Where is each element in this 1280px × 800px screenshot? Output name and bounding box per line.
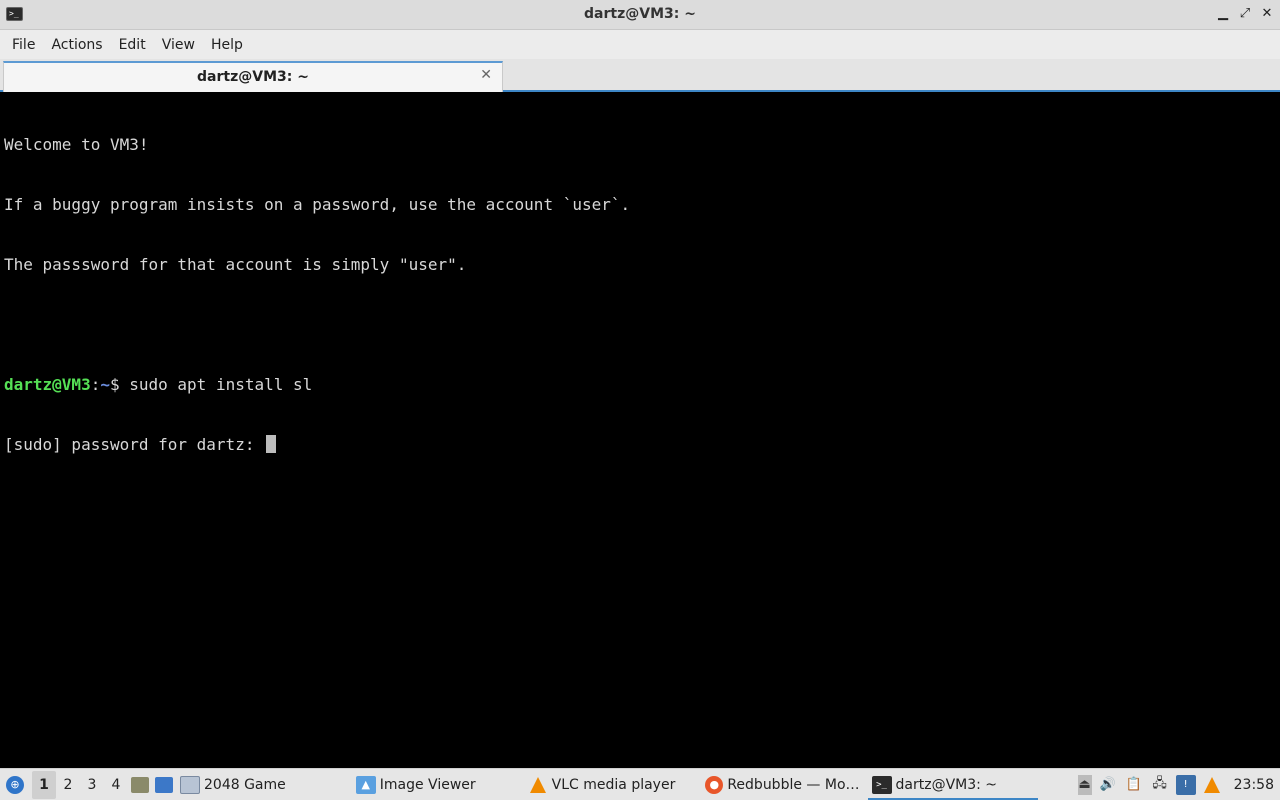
menu-help[interactable]: Help — [203, 33, 251, 57]
password-prompt: [sudo] password for dartz: — [4, 435, 265, 454]
tab-terminal[interactable]: dartz@VM3: ~ ✕ — [3, 61, 503, 92]
file-manager-launcher[interactable] — [128, 771, 152, 799]
update-notifier-icon[interactable]: ! — [1175, 774, 1196, 795]
prompt-path: ~ — [100, 375, 110, 394]
command-text: sudo apt install sl — [129, 375, 313, 394]
desktop-switcher: 1 2 3 4 — [32, 770, 128, 799]
menu-file[interactable]: File — [4, 33, 43, 57]
prompt-user: dartz@VM3 — [4, 375, 91, 394]
menu-edit[interactable]: Edit — [111, 33, 154, 57]
menu-bar: File Actions Edit View Help — [0, 30, 1280, 59]
task-image-viewer[interactable]: ▲ Image Viewer — [352, 769, 480, 800]
vlc-tray-icon[interactable] — [1202, 775, 1222, 795]
show-desktop-launcher[interactable] — [152, 771, 176, 799]
terminal-line: Welcome to VM3! — [4, 135, 149, 154]
system-tray: ⏏ 🔊 📋 🖧 ! 23:58 — [1077, 774, 1280, 795]
clock[interactable]: 23:58 — [1234, 777, 1274, 793]
vlc-icon — [528, 776, 548, 794]
task-terminal[interactable]: >_ dartz@VM3: ~ — [867, 769, 1038, 800]
minimize-button[interactable]: ▁ — [1216, 5, 1230, 23]
terminal-line: The passsword for that account is simply… — [4, 255, 467, 274]
prompt-separator: : — [90, 375, 101, 394]
prompt-line: dartz@VM3:~$ sudo apt install sl — [4, 375, 1276, 395]
terminal-output[interactable]: Welcome to VM3! If a buggy program insis… — [0, 94, 1280, 768]
desktop-2[interactable]: 2 — [56, 771, 80, 799]
start-menu-icon: ⊕ — [6, 775, 24, 794]
desktop-1[interactable]: 1 — [32, 770, 56, 799]
desktop-4[interactable]: 4 — [104, 771, 128, 799]
firefox-icon: ● — [705, 775, 724, 794]
tab-close-icon[interactable]: ✕ — [480, 67, 492, 83]
prompt-symbol: $ — [109, 375, 130, 394]
terminal-line: If a buggy program insists on a password… — [4, 195, 631, 214]
task-2048-game[interactable]: 2048 Game — [176, 769, 290, 800]
image-viewer-icon: ▲ — [355, 775, 376, 794]
terminal-icon: >_ — [871, 775, 892, 794]
maximize-button[interactable]: ⤢ — [1238, 5, 1252, 23]
close-button[interactable]: ✕ — [1260, 5, 1274, 23]
desktop-icon — [155, 776, 173, 793]
tab-bar: dartz@VM3: ~ ✕ — [0, 59, 1280, 92]
task-label: VLC media player — [551, 776, 676, 793]
text-cursor[interactable] — [266, 435, 277, 453]
task-label: dartz@VM3: ~ — [895, 776, 998, 793]
eject-icon[interactable]: ⏏ — [1077, 774, 1092, 795]
desktop-3[interactable]: 3 — [80, 771, 104, 799]
password-line: [sudo] password for dartz: — [4, 435, 1276, 455]
network-icon[interactable]: 🖧 — [1150, 775, 1170, 795]
window-icon — [180, 775, 200, 794]
window-title: dartz@VM3: ~ — [584, 6, 696, 22]
task-firefox[interactable]: ● Redbubble — Mo… — [701, 769, 863, 800]
file-manager-icon — [131, 776, 149, 793]
start-menu-button[interactable]: ⊕ — [0, 769, 30, 800]
tab-label: dartz@VM3: ~ — [197, 69, 309, 85]
task-label: Image Viewer — [379, 776, 476, 793]
task-label: Redbubble — Mo… — [727, 776, 860, 793]
taskbar: ⊕ 1 2 3 4 2048 Game ▲ Image Viewer VLC m… — [0, 768, 1280, 800]
menu-actions[interactable]: Actions — [43, 33, 110, 57]
task-vlc[interactable]: VLC media player — [524, 769, 680, 800]
clipboard-icon[interactable]: 📋 — [1124, 775, 1144, 795]
task-label: 2048 Game — [204, 776, 286, 793]
volume-icon[interactable]: 🔊 — [1098, 775, 1118, 795]
window-titlebar[interactable]: >_ dartz@VM3: ~ ▁ ⤢ ✕ — [0, 0, 1280, 30]
menu-view[interactable]: View — [154, 33, 203, 57]
